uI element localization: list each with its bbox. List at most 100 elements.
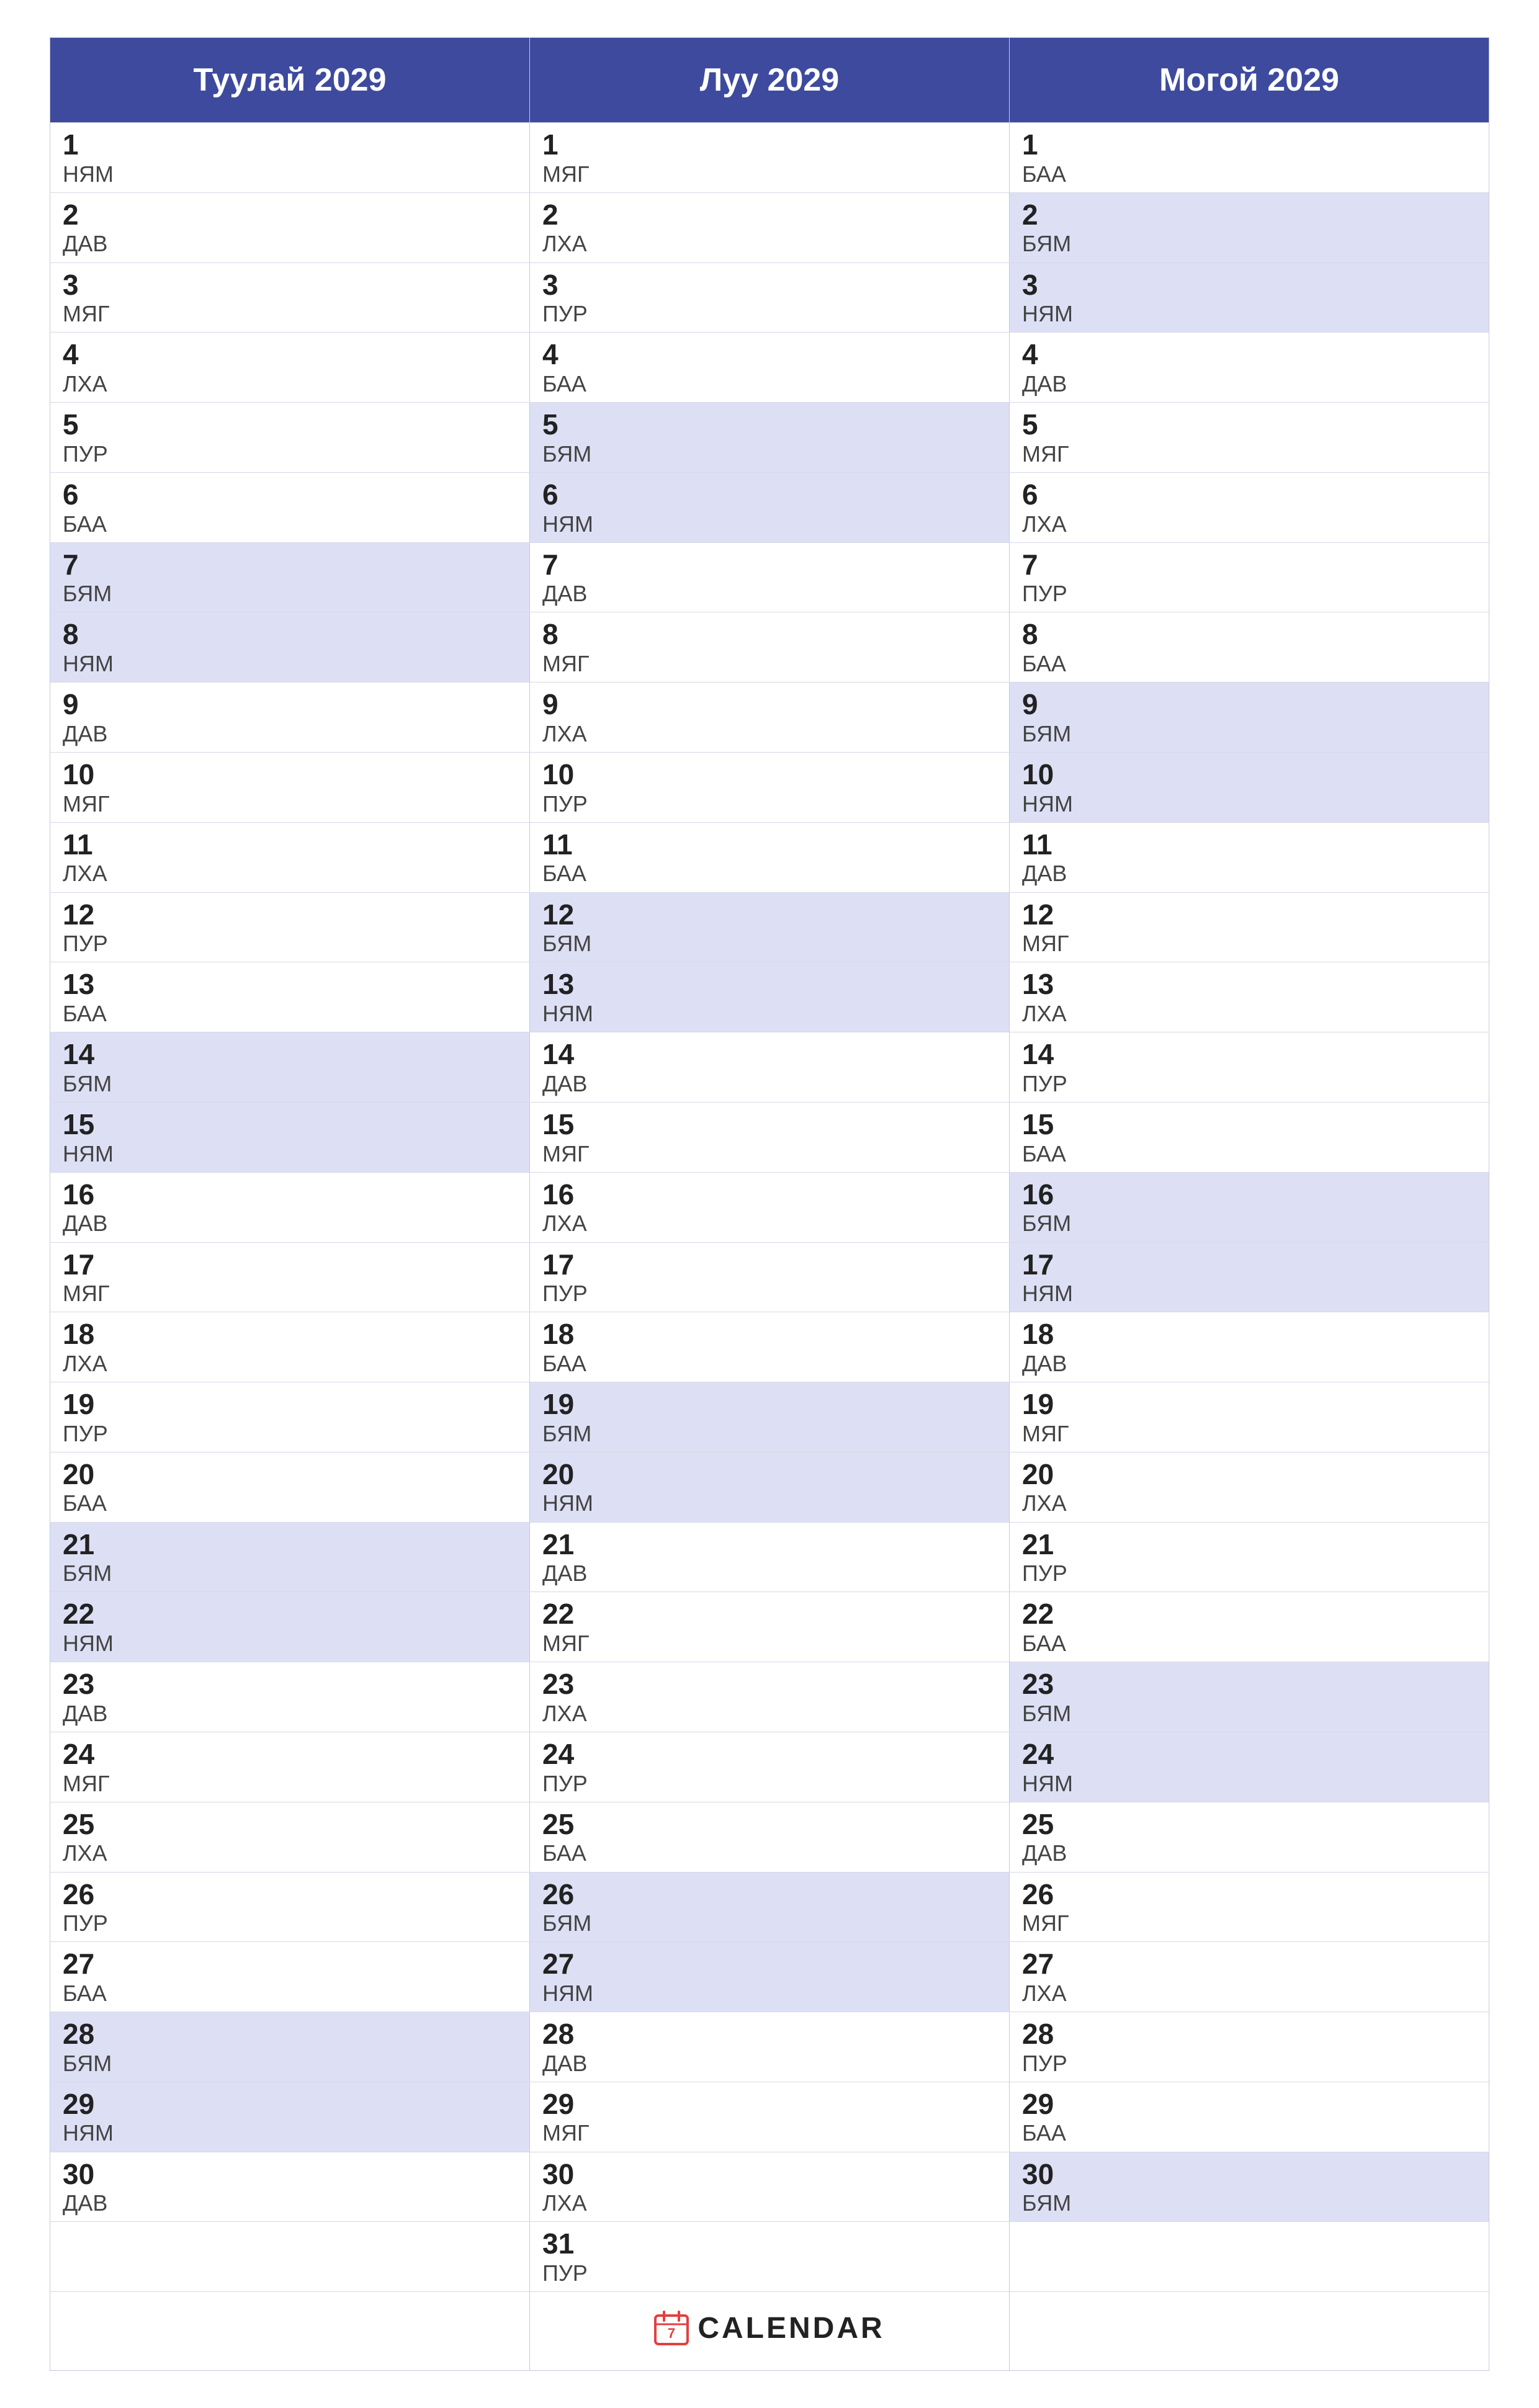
day-name: БАА bbox=[542, 370, 997, 397]
day-number: 29 bbox=[63, 2088, 517, 2120]
day-name: ДАВ bbox=[1022, 1840, 1476, 1866]
day-name: НЯМ bbox=[63, 2119, 517, 2146]
day-number: 16 bbox=[542, 1179, 997, 1211]
day-cell: 19БЯМ bbox=[530, 1382, 1010, 1452]
day-number: 18 bbox=[1022, 1318, 1476, 1350]
day-number: 19 bbox=[542, 1389, 997, 1420]
day-number: 29 bbox=[1022, 2088, 1476, 2120]
day-name: БЯМ bbox=[63, 1560, 517, 1587]
day-cell: 9ЛХА bbox=[530, 683, 1010, 753]
day-name: БЯМ bbox=[542, 1420, 997, 1447]
day-cell: 2ДАВ bbox=[50, 192, 530, 262]
day-number: 30 bbox=[63, 2159, 517, 2190]
day-name: ДАВ bbox=[63, 1210, 517, 1237]
day-name: МЯГ bbox=[542, 1140, 997, 1167]
day-number: 18 bbox=[63, 1318, 517, 1350]
day-cell: 22НЯМ bbox=[50, 1592, 530, 1662]
day-number: 4 bbox=[542, 339, 997, 370]
day-name: НЯМ bbox=[63, 1140, 517, 1167]
day-name: ЛХА bbox=[542, 1700, 997, 1727]
day-number: 5 bbox=[1022, 409, 1476, 441]
day-number: 4 bbox=[1022, 339, 1476, 370]
day-number: 9 bbox=[1022, 689, 1476, 720]
day-number: 27 bbox=[63, 1948, 517, 1980]
day-cell: 3НЯМ bbox=[1010, 262, 1489, 333]
day-number: 25 bbox=[1022, 1809, 1476, 1840]
day-number: 25 bbox=[63, 1809, 517, 1840]
day-name: БАА bbox=[1022, 2119, 1476, 2146]
day-number: 3 bbox=[63, 269, 517, 301]
day-name: ЛХА bbox=[63, 860, 517, 887]
day-cell: 26ПУР bbox=[50, 1872, 530, 1942]
day-cell: 19МЯГ bbox=[1010, 1382, 1489, 1452]
day-number: 26 bbox=[63, 1879, 517, 1910]
day-cell: 20НЯМ bbox=[530, 1452, 1010, 1522]
day-name: ЛХА bbox=[1022, 511, 1476, 537]
day-cell: 8НЯМ bbox=[50, 612, 530, 683]
day-cell: 3ПУР bbox=[530, 262, 1010, 333]
calendar-table: Туулай 2029 Луу 2029 Могой 2029 1НЯМ1МЯГ… bbox=[50, 37, 1489, 2371]
day-name: ПУР bbox=[542, 2260, 997, 2286]
day-name: ЛХА bbox=[542, 230, 997, 257]
day-name: МЯГ bbox=[542, 650, 997, 677]
day-number: 9 bbox=[542, 689, 997, 720]
day-name: ДАВ bbox=[63, 2190, 517, 2216]
day-cell: 11ЛХА bbox=[50, 822, 530, 892]
day-cell: 27ЛХА bbox=[1010, 1942, 1489, 2012]
day-cell: 29БАА bbox=[1010, 2082, 1489, 2152]
day-cell: 9ДАВ bbox=[50, 683, 530, 753]
day-number: 15 bbox=[542, 1109, 997, 1140]
day-name: БЯМ bbox=[542, 441, 997, 467]
day-name: БАА bbox=[542, 1350, 997, 1377]
day-cell: 28БЯМ bbox=[50, 2012, 530, 2082]
day-number: 30 bbox=[542, 2159, 997, 2190]
day-cell: 1МЯГ bbox=[530, 123, 1010, 193]
day-cell: 13НЯМ bbox=[530, 962, 1010, 1032]
day-name: ЛХА bbox=[542, 1210, 997, 1237]
day-cell: 8БАА bbox=[1010, 612, 1489, 683]
day-name: НЯМ bbox=[63, 650, 517, 677]
day-cell: 23ДАВ bbox=[50, 1662, 530, 1732]
day-name: МЯГ bbox=[1022, 1420, 1476, 1447]
day-cell: 7ДАВ bbox=[530, 542, 1010, 612]
day-number: 22 bbox=[1022, 1598, 1476, 1630]
svg-text:7: 7 bbox=[668, 2325, 675, 2341]
day-number: 10 bbox=[542, 759, 997, 790]
day-cell: 24ПУР bbox=[530, 1732, 1010, 1802]
day-cell: 21ДАВ bbox=[530, 1522, 1010, 1592]
day-name: БЯМ bbox=[1022, 1210, 1476, 1237]
footer-logo-cell: 7 CALENDAR bbox=[530, 2292, 1010, 2371]
day-cell: 4БАА bbox=[530, 333, 1010, 403]
day-number: 4 bbox=[63, 339, 517, 370]
day-number: 12 bbox=[1022, 899, 1476, 931]
day-number: 17 bbox=[542, 1249, 997, 1281]
day-cell: 27НЯМ bbox=[530, 1942, 1010, 2012]
day-number: 22 bbox=[63, 1598, 517, 1630]
day-cell: 17МЯГ bbox=[50, 1242, 530, 1312]
footer-empty-cell bbox=[50, 2292, 530, 2371]
day-cell: 10НЯМ bbox=[1010, 753, 1489, 823]
day-name: ЛХА bbox=[1022, 1490, 1476, 1516]
day-name: БЯМ bbox=[542, 930, 997, 957]
day-cell: 11БАА bbox=[530, 822, 1010, 892]
month-header-2: Луу 2029 bbox=[530, 38, 1010, 123]
day-number: 24 bbox=[542, 1739, 997, 1770]
day-cell: 29МЯГ bbox=[530, 2082, 1010, 2152]
day-number: 14 bbox=[63, 1039, 517, 1070]
day-name: НЯМ bbox=[542, 1000, 997, 1027]
day-name: ДАВ bbox=[542, 2050, 997, 2077]
day-number: 7 bbox=[542, 549, 997, 581]
day-number: 11 bbox=[542, 829, 997, 861]
day-cell: 18ЛХА bbox=[50, 1312, 530, 1382]
day-name: БАА bbox=[1022, 1630, 1476, 1657]
day-number: 2 bbox=[1022, 199, 1476, 231]
month-header-1: Туулай 2029 bbox=[50, 38, 530, 123]
day-number: 20 bbox=[542, 1459, 997, 1490]
day-cell: 6БАА bbox=[50, 472, 530, 542]
day-cell: 8МЯГ bbox=[530, 612, 1010, 683]
day-cell: 21ПУР bbox=[1010, 1522, 1489, 1592]
day-number: 17 bbox=[1022, 1249, 1476, 1281]
day-name: ЛХА bbox=[63, 1840, 517, 1866]
empty-cell bbox=[50, 2222, 530, 2292]
day-name: НЯМ bbox=[1022, 1280, 1476, 1307]
